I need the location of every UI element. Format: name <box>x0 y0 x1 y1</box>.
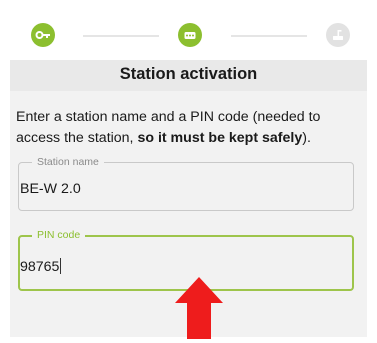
step-3-station[interactable] <box>326 23 350 47</box>
instructions-suffix: ). <box>302 130 311 146</box>
text-caret <box>60 258 62 274</box>
key-icon <box>35 31 50 39</box>
station-name-field[interactable]: Station name BE-W 2.0 <box>18 155 354 211</box>
station-name-input[interactable]: BE-W 2.0 <box>20 181 81 197</box>
instructions-text: Enter a station name and a PIN code (nee… <box>16 107 364 149</box>
panel-header: Station activation <box>10 60 367 91</box>
station-name-label: Station name <box>32 155 104 169</box>
step-2-pin[interactable] <box>178 23 202 47</box>
pin-code-input-wrap[interactable]: 98765 <box>20 258 62 275</box>
station-activation-screen: Station activation Enter a station name … <box>0 0 377 343</box>
pin-code-input[interactable]: 98765 <box>20 259 59 275</box>
progress-stepper <box>0 0 377 60</box>
station-icon <box>333 30 343 40</box>
dialpad-icon <box>184 32 196 39</box>
step-1-key[interactable] <box>31 23 55 47</box>
instructions-emphasis: so it must be kept safely <box>137 130 303 146</box>
stepper-connector-1 <box>83 35 159 37</box>
pin-code-label: PIN code <box>32 228 86 242</box>
red-arrow-icon <box>175 277 223 339</box>
panel-title: Station activation <box>119 65 258 83</box>
stepper-connector-2 <box>231 35 307 37</box>
